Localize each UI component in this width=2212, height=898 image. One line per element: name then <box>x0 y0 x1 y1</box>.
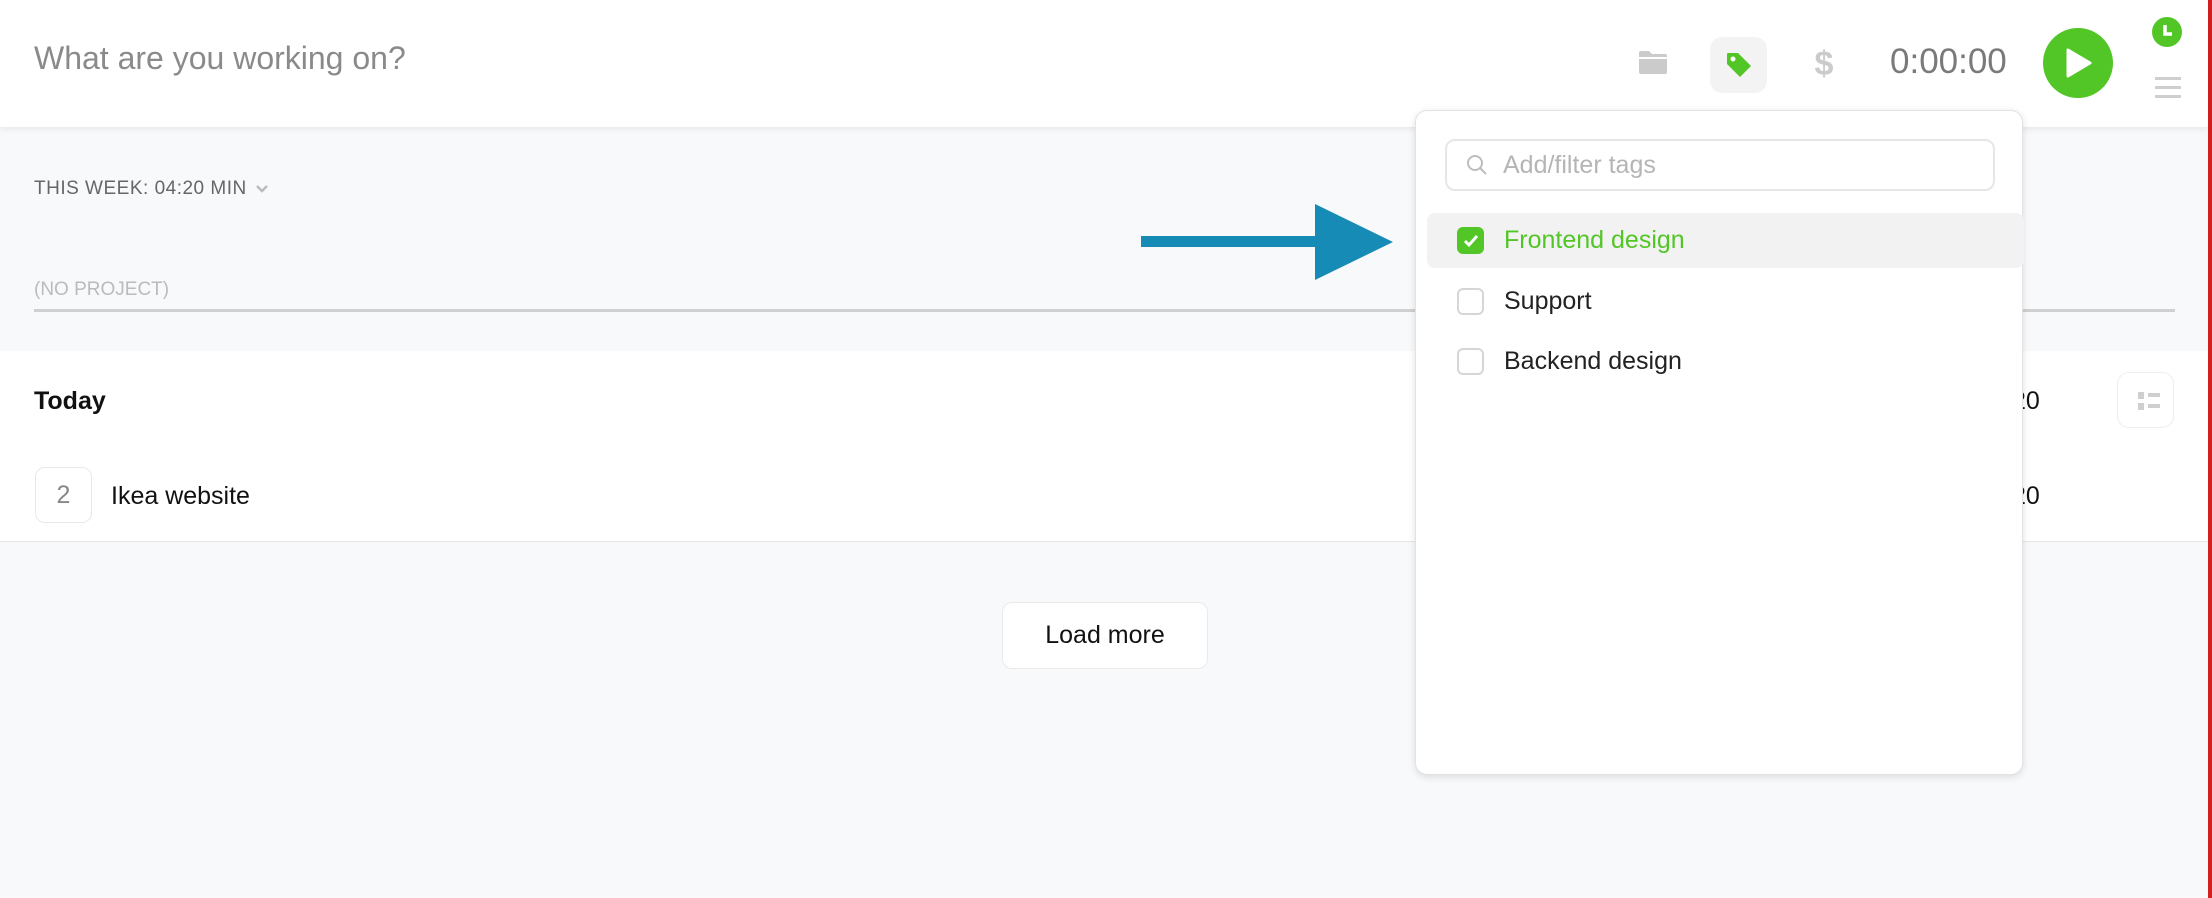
chevron-down-icon <box>255 185 268 193</box>
start-timer-button[interactable] <box>2043 28 2113 98</box>
tag-checkbox[interactable] <box>1457 227 1484 254</box>
entry-description[interactable]: Ikea website <box>111 482 250 511</box>
week-total: THIS WEEK: 04:20 MIN <box>34 178 247 199</box>
tag-checkbox[interactable] <box>1457 348 1484 375</box>
tag-dropdown: Frontend design Support Backend design <box>1415 110 2024 775</box>
timer-display: 0:00:00 <box>1890 42 2007 81</box>
annotation-arrow <box>1141 204 1393 280</box>
tag-option-frontend-design[interactable]: Frontend design <box>1427 213 2024 268</box>
entry-count-badge[interactable]: 2 <box>35 467 92 523</box>
timer-mode-button[interactable] <box>2152 17 2182 47</box>
week-total-dropdown[interactable]: THIS WEEK: 04:20 MIN <box>34 178 269 200</box>
project-button[interactable] <box>1636 45 1670 79</box>
tag-checkbox[interactable] <box>1457 288 1484 315</box>
tag-search[interactable] <box>1445 139 1995 191</box>
search-icon <box>1467 155 1487 175</box>
tag-option-backend-design[interactable]: Backend design <box>1427 334 2024 389</box>
folder-icon <box>1639 51 1667 74</box>
description-input[interactable] <box>34 40 1534 77</box>
menu-icon <box>2155 77 2181 98</box>
window-edge <box>2208 0 2212 898</box>
checkmark-icon <box>1463 234 1478 247</box>
tag-search-input[interactable] <box>1503 150 1973 180</box>
day-title: Today <box>34 387 106 415</box>
dollar-icon: $ <box>1814 44 1834 83</box>
timer-header: $ 0:00:00 <box>0 0 2208 127</box>
load-more-button[interactable]: Load more <box>1002 602 1208 669</box>
tag-button[interactable] <box>1710 37 1767 93</box>
clock-icon <box>2163 25 2172 36</box>
tag-label: Backend design <box>1504 347 1682 375</box>
tag-option-support[interactable]: Support <box>1427 274 2024 329</box>
project-bar-label: (NO PROJECT) <box>34 279 170 300</box>
tag-icon <box>1726 53 1751 77</box>
bulk-edit-button[interactable] <box>2117 372 2174 428</box>
manual-mode-button[interactable] <box>2155 75 2181 101</box>
list-icon <box>2138 392 2160 410</box>
tag-label: Support <box>1504 287 1592 315</box>
tag-label: Frontend design <box>1504 226 1685 254</box>
play-icon <box>2066 48 2092 78</box>
billable-button[interactable]: $ <box>1808 44 1840 84</box>
